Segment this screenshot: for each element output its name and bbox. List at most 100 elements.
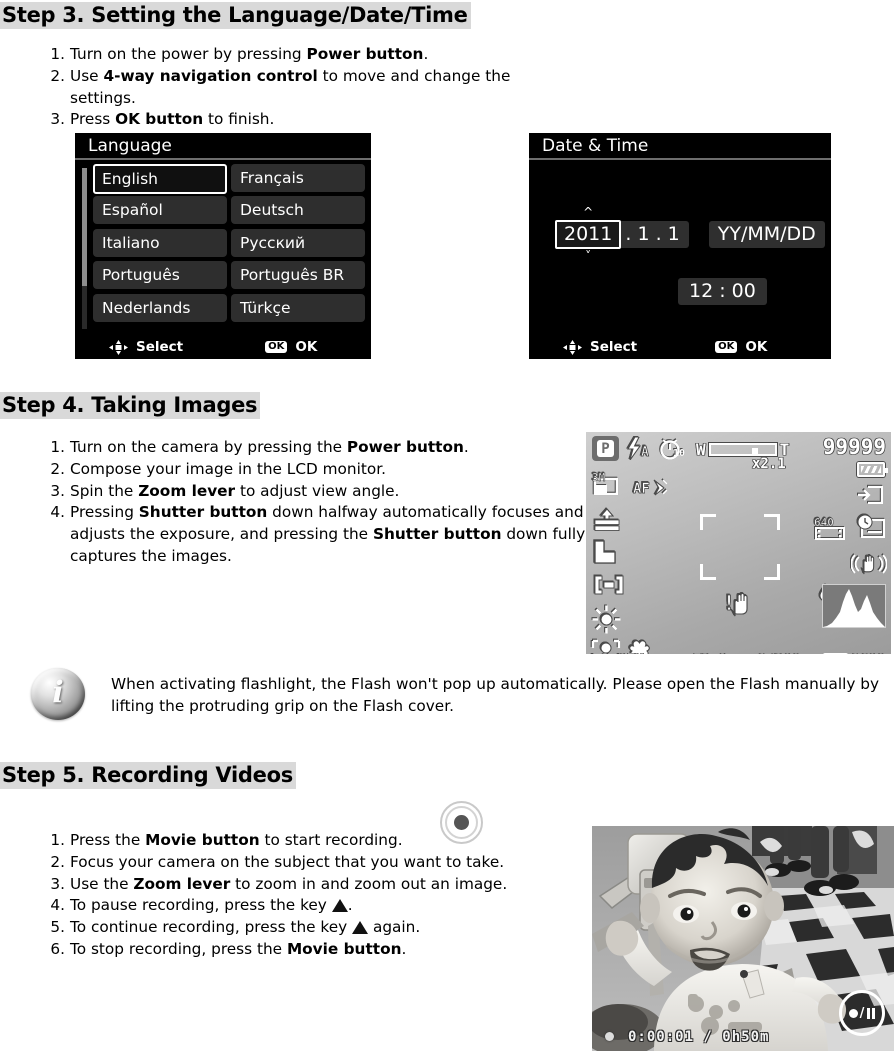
- footer-select-label: Select: [590, 339, 638, 355]
- svg-text:A: A: [641, 445, 649, 460]
- shooting-mode-label: P: [597, 440, 614, 457]
- month-day-field[interactable]: . 1 . 1: [619, 221, 689, 248]
- video-resolution-icon: 640: [814, 515, 848, 540]
- focus-bracket-bottom-left-icon: [700, 564, 716, 580]
- af-assist-icon: AF: [633, 478, 669, 497]
- year-field[interactable]: 2011: [555, 220, 622, 249]
- language-option-nederlands[interactable]: Nederlands: [93, 293, 227, 322]
- list-text-pre: Press: [70, 110, 116, 129]
- focus-bracket-top-left-icon: [700, 514, 716, 530]
- language-option-espanol[interactable]: Español: [93, 196, 227, 225]
- list-text-bold: Shutter button: [138, 503, 268, 522]
- step5-heading: Step 5. Recording Videos: [0, 762, 296, 790]
- language-option-english[interactable]: English: [93, 164, 227, 194]
- list-text-post: .: [347, 896, 353, 915]
- list-number: 1.: [50, 831, 65, 849]
- list-item: 1. Press the Movie button to start recor…: [44, 830, 574, 852]
- language-option-portugues[interactable]: Português: [93, 261, 227, 290]
- list-item: 4. Pressing Shutter button down halfway …: [44, 502, 589, 567]
- language-options-body: English Français Español Deutsch Italian…: [75, 162, 371, 335]
- list-text-pre: Focus your camera on the subject that yo…: [70, 852, 505, 871]
- storage-save-icon: [858, 485, 884, 505]
- step5-instruction-list: 1. Press the Movie button to start recor…: [44, 830, 574, 961]
- time-field[interactable]: 12 : 00: [678, 278, 767, 305]
- list-text-post: .: [463, 438, 469, 456]
- list-item: 1. Turn on the power by pressing Power b…: [44, 44, 564, 66]
- list-text-pre: Press the: [70, 831, 146, 849]
- footer-select-group: Select: [109, 339, 183, 355]
- step5-heading-wrap: Step 5. Recording Videos: [0, 762, 296, 790]
- list-text-pre: Spin the: [70, 481, 139, 500]
- zoom-wide-label: W: [696, 440, 706, 459]
- dpad-icon: [109, 339, 128, 355]
- record-pause-icon: /: [839, 990, 885, 1036]
- language-option-francais[interactable]: Français: [231, 164, 365, 192]
- list-text-pre: Turn on the power by pressing: [70, 45, 307, 63]
- aperture-value: F2.8: [693, 652, 727, 654]
- list-item: 4. To pause recording, press the key .: [44, 895, 574, 917]
- list-text-post: to start recording.: [259, 831, 403, 849]
- dpad-icon: [563, 339, 582, 355]
- language-screen-footer: Select OK OK: [75, 335, 371, 359]
- list-text-post: again.: [368, 918, 421, 937]
- footer-ok-group: OK OK: [265, 339, 317, 355]
- focus-bracket-bottom-right-icon: [764, 564, 780, 580]
- step4-instruction-list: 1. Turn on the camera by pressing the Po…: [44, 437, 589, 568]
- quality-icon: [593, 508, 621, 532]
- list-number: 4.: [50, 503, 65, 522]
- list-item: 2. Focus your camera on the subject that…: [44, 852, 574, 874]
- list-text-bold: Movie button: [286, 939, 402, 958]
- record-pause-inner: /: [848, 1006, 876, 1021]
- battery-icon: [857, 462, 888, 477]
- info-icon: i: [31, 668, 85, 720]
- recording-dot-icon: [605, 1032, 614, 1041]
- list-number: 2.: [50, 852, 65, 871]
- ok-button-badge-icon: OK: [265, 341, 288, 353]
- list-text-pre: To pause recording, press the key: [70, 896, 332, 915]
- resolution-icon: 3M: [592, 471, 626, 497]
- list-text-bold-2: Shutter button: [372, 525, 502, 544]
- footer-ok-label: OK: [295, 339, 318, 355]
- list-text-post: to finish.: [203, 110, 275, 129]
- caret-up-icon[interactable]: ^: [583, 206, 593, 218]
- scrollbar-thumb[interactable]: [82, 168, 87, 286]
- zoom-factor-label: x2.1: [752, 456, 786, 472]
- step4-heading: Step 4. Taking Images: [0, 392, 261, 420]
- list-item: 6. To stop recording, press the Movie bu…: [44, 939, 574, 961]
- year-field-wrap: ^ 2011 ˅: [555, 206, 622, 262]
- af-area-icon: [593, 574, 625, 596]
- pause-bars-icon: [865, 1007, 876, 1019]
- datetime-body: ^ 2011 ˅ . 1 . 1 YY/MM/DD 12 : 00: [529, 162, 831, 335]
- step4-heading-wrap: Step 4. Taking Images: [0, 392, 261, 420]
- language-option-portugues-br[interactable]: Português BR: [231, 261, 365, 290]
- list-item: 3. Spin the Zoom lever to adjust view an…: [44, 481, 589, 503]
- list-number: 2.: [50, 66, 65, 85]
- datetime-screen-title: Date & Time: [529, 133, 831, 160]
- movie-button-dot: [454, 815, 469, 830]
- list-number: 1.: [50, 438, 65, 456]
- language-option-russian[interactable]: Русский: [231, 228, 365, 257]
- language-option-deutsch[interactable]: Deutsch: [231, 196, 365, 225]
- caret-down-icon[interactable]: ˅: [585, 250, 591, 262]
- date-row: ^ 2011 ˅ . 1 . 1 YY/MM/DD: [555, 206, 825, 262]
- step3-heading-wrap: Step 3. Setting the Language/Date/Time: [0, 2, 471, 30]
- iso-group: ISO 1600: [822, 652, 885, 654]
- zoom-bar-track[interactable]: [708, 443, 777, 456]
- camera-osd-screen: P A 10 W T x2.1 99999 3M AF ! 640: [586, 432, 891, 654]
- list-text-post: .: [423, 45, 429, 63]
- language-option-turkce[interactable]: Türkçe: [231, 293, 365, 322]
- list-text-post: to zoom in and zoom out an image.: [230, 874, 508, 893]
- list-item: 3. Press OK button to finish.: [44, 109, 564, 131]
- language-option-italiano[interactable]: Italiano: [93, 228, 227, 257]
- flash-auto-icon: A: [626, 437, 654, 460]
- list-item: 2. Compose your image in the LCD monitor…: [44, 459, 589, 481]
- shooting-mode-badge: P: [592, 436, 619, 461]
- step3-instruction-list: 1. Turn on the power by pressing Power b…: [44, 44, 564, 131]
- list-number: 6.: [50, 939, 65, 958]
- histogram-display: [822, 584, 886, 628]
- step3-heading: Step 3. Setting the Language/Date/Time: [0, 2, 471, 30]
- date-format-field[interactable]: YY/MM/DD: [708, 221, 825, 248]
- shake-warning-hand-icon: !: [723, 588, 757, 618]
- list-item: 3. Use the Zoom lever to zoom in and zoo…: [44, 874, 574, 896]
- language-screen-title: Language: [75, 133, 371, 160]
